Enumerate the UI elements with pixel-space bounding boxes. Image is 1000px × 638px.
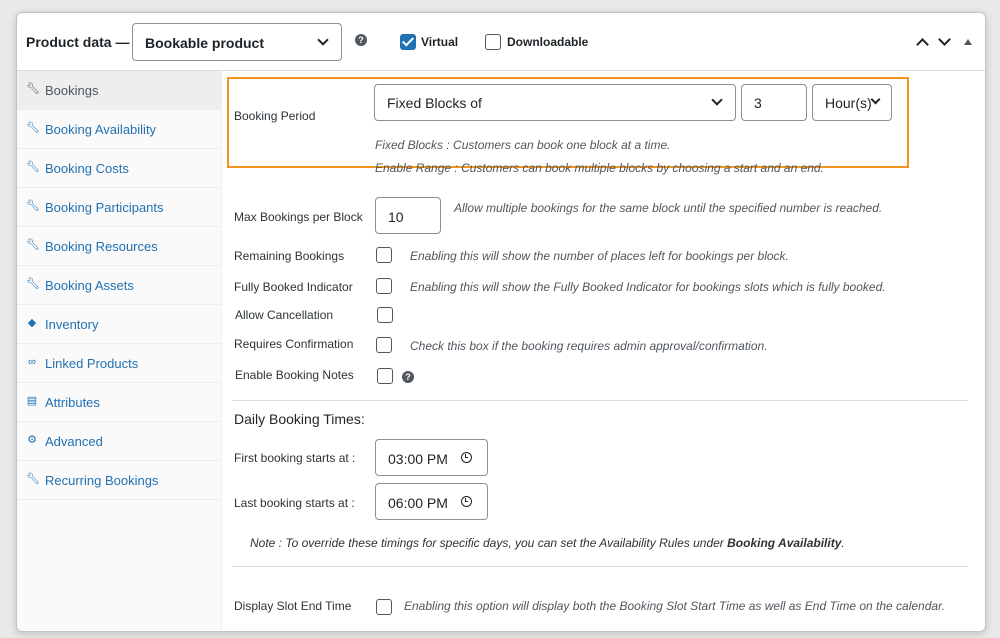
- note-suffix: .: [841, 536, 845, 550]
- sidebar-item-booking-costs[interactable]: 🔧︎ Booking Costs: [17, 149, 222, 188]
- wrench-icon: 🔧︎: [26, 200, 40, 212]
- sidebar-item-booking-assets[interactable]: 🔧︎ Booking Assets: [17, 266, 222, 305]
- booking-period-duration-input[interactable]: 3: [741, 84, 807, 121]
- fully-booked-checkbox[interactable]: [376, 278, 392, 294]
- fully-booked-description: Enabling this will show the Fully Booked…: [410, 280, 886, 294]
- booking-period-duration-value: 3: [754, 95, 762, 111]
- sidebar-item-recurring-bookings[interactable]: 🔧︎ Recurring Bookings: [17, 461, 222, 500]
- slot-end-time-label: Display Slot End Time: [234, 599, 352, 613]
- sidebar-item-advanced[interactable]: ⚙ Advanced: [17, 422, 222, 461]
- move-down-icon[interactable]: [938, 33, 951, 46]
- wrench-icon: 🔧︎: [26, 122, 40, 134]
- slot-end-time-checkbox[interactable]: [376, 599, 392, 615]
- wrench-icon: 🔧︎: [26, 473, 40, 485]
- help-icon[interactable]: ?: [402, 371, 414, 383]
- product-data-panel: Product data — Bookable product ? Virtua…: [16, 12, 986, 632]
- booking-notes-label: Enable Booking Notes: [235, 368, 354, 382]
- virtual-label[interactable]: Virtual: [421, 35, 458, 49]
- sidebar-item-booking-participants[interactable]: 🔧︎ Booking Participants: [17, 188, 222, 227]
- sidebar-item-booking-resources[interactable]: 🔧︎ Booking Resources: [17, 227, 222, 266]
- move-up-icon[interactable]: [916, 38, 929, 51]
- sidebar-item-label: Inventory: [45, 317, 99, 332]
- note-text: Note : To override these timings for spe…: [250, 536, 728, 550]
- sidebar-item-linked-products[interactable]: ∞ Linked Products: [17, 344, 222, 383]
- list-icon: ▤: [26, 395, 38, 407]
- gear-icon: ⚙: [27, 434, 37, 446]
- sidebar-item-label: Attributes: [45, 395, 100, 410]
- max-bookings-description: Allow multiple bookings for the same blo…: [454, 201, 883, 215]
- wrench-icon: 🔧︎: [26, 278, 40, 290]
- remaining-bookings-description: Enabling this will show the number of pl…: [410, 249, 789, 263]
- enable-range-description: Enable Range : Customers can book multip…: [375, 161, 824, 175]
- booking-period-type-value: Fixed Blocks of: [387, 95, 482, 111]
- link-icon: ∞: [28, 356, 36, 368]
- sidebar-item-label: Recurring Bookings: [45, 473, 159, 488]
- collapse-toggle-icon[interactable]: [964, 39, 972, 45]
- product-data-title: Product data —: [26, 34, 130, 50]
- max-bookings-label: Max Bookings per Block: [234, 210, 363, 224]
- fixed-blocks-description: Fixed Blocks : Customers can book one bl…: [375, 138, 671, 152]
- requires-confirmation-description: Check this box if the booking requires a…: [410, 339, 768, 353]
- sidebar-item-label: Booking Costs: [45, 161, 129, 176]
- booking-notes-checkbox[interactable]: [377, 368, 393, 384]
- wrench-icon: 🔧︎: [26, 83, 40, 95]
- sidebar-item-label: Booking Assets: [45, 278, 134, 293]
- slot-end-time-description: Enabling this option will display both t…: [404, 599, 945, 613]
- product-type-value: Bookable product: [145, 35, 265, 51]
- sidebar-item-label: Bookings: [45, 83, 99, 98]
- chevron-down-icon: [711, 94, 723, 106]
- wrench-icon: 🔧︎: [26, 239, 40, 251]
- chevron-down-icon: [870, 94, 881, 105]
- wrench-icon: 🔧︎: [26, 161, 40, 173]
- booking-period-unit-value: Hour(s): [825, 95, 872, 111]
- product-data-tabs: 🔧︎ Bookings 🔧︎ Booking Availability 🔧︎ B…: [17, 71, 222, 631]
- first-booking-time-input[interactable]: 03:00 PM: [375, 439, 488, 476]
- booking-period-type-select[interactable]: Fixed Blocks of: [374, 84, 736, 121]
- sidebar-item-booking-availability[interactable]: 🔧︎ Booking Availability: [17, 110, 222, 149]
- help-icon[interactable]: ?: [355, 34, 367, 46]
- requires-confirmation-label: Requires Confirmation: [234, 337, 354, 351]
- availability-note: Note : To override these timings for spe…: [250, 536, 845, 550]
- section-divider: [232, 566, 968, 567]
- tag-icon: ◆: [27, 317, 37, 329]
- sidebar-item-label: Booking Participants: [45, 200, 164, 215]
- note-bold-text: Booking Availability: [727, 536, 842, 550]
- virtual-checkbox[interactable]: [400, 34, 416, 50]
- last-booking-time-value: 06:00 PM: [388, 495, 448, 511]
- product-data-header: Product data — Bookable product ? Virtua…: [17, 13, 985, 71]
- allow-cancellation-label: Allow Cancellation: [235, 308, 334, 322]
- sidebar-item-attributes[interactable]: ▤ Attributes: [17, 383, 222, 422]
- chevron-down-icon: [317, 34, 329, 46]
- sidebar-item-label: Advanced: [45, 434, 103, 449]
- fully-booked-label: Fully Booked Indicator: [234, 280, 353, 294]
- last-booking-time-input[interactable]: 06:00 PM: [375, 483, 488, 520]
- max-bookings-input[interactable]: 10: [375, 197, 441, 234]
- sidebar-item-label: Booking Availability: [45, 122, 157, 137]
- remaining-bookings-checkbox[interactable]: [376, 247, 392, 263]
- downloadable-label[interactable]: Downloadable: [507, 35, 588, 49]
- last-booking-label: Last booking starts at :: [234, 496, 355, 510]
- first-booking-label: First booking starts at :: [234, 451, 356, 465]
- sidebar-item-bookings[interactable]: 🔧︎ Bookings: [17, 71, 222, 110]
- requires-confirmation-checkbox[interactable]: [376, 337, 392, 353]
- booking-period-unit-select[interactable]: Hour(s): [812, 84, 892, 121]
- product-type-select[interactable]: Bookable product: [132, 23, 342, 61]
- clock-icon[interactable]: [461, 496, 472, 507]
- booking-period-label: Booking Period: [234, 109, 316, 123]
- sidebar-item-label: Booking Resources: [45, 239, 158, 254]
- clock-icon[interactable]: [461, 452, 472, 463]
- remaining-bookings-label: Remaining Bookings: [234, 249, 345, 263]
- bookings-settings-panel: Booking Period Fixed Blocks of 3 Hour(s)…: [222, 71, 985, 631]
- section-divider: [232, 400, 968, 401]
- daily-booking-times-title: Daily Booking Times:: [234, 411, 365, 427]
- sidebar-item-inventory[interactable]: ◆ Inventory: [17, 305, 222, 344]
- first-booking-time-value: 03:00 PM: [388, 451, 448, 467]
- downloadable-checkbox[interactable]: [485, 34, 501, 50]
- allow-cancellation-checkbox[interactable]: [377, 307, 393, 323]
- max-bookings-value: 10: [388, 209, 404, 225]
- sidebar-item-label: Linked Products: [45, 356, 139, 371]
